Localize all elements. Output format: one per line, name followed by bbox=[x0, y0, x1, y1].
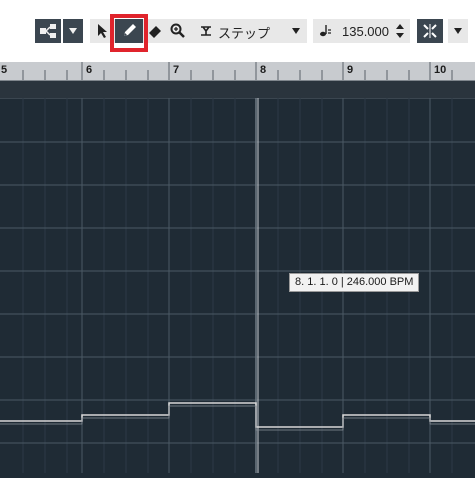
erase-tool-button[interactable] bbox=[146, 19, 164, 43]
tool-mode-dropdown[interactable] bbox=[63, 19, 83, 43]
chevron-down-icon bbox=[454, 28, 462, 34]
bar-number: 5 bbox=[1, 64, 8, 76]
ruler-ticks bbox=[22, 62, 453, 80]
bar-number: 8 bbox=[260, 64, 267, 76]
snap-icon bbox=[201, 26, 211, 36]
draw-tool-highlight bbox=[110, 14, 148, 52]
tempo-stepper-icon[interactable] bbox=[395, 23, 405, 39]
bar-number: 6 bbox=[86, 64, 93, 76]
tool-mode-button[interactable] bbox=[35, 19, 61, 43]
tempo-tooltip: 8. 1. 1. 0 | 246.000 BPM bbox=[289, 273, 420, 292]
zoom-tool-button[interactable] bbox=[168, 19, 188, 43]
eraser-icon bbox=[149, 26, 161, 38]
arrange-tool-icon bbox=[40, 24, 56, 38]
tempo-curve bbox=[0, 402, 475, 428]
select-arrow-icon bbox=[98, 24, 107, 38]
zoom-icon bbox=[170, 23, 185, 38]
snap-toggle-button[interactable] bbox=[417, 19, 443, 43]
chevron-down-icon bbox=[292, 28, 300, 34]
snap-toggle-dropdown[interactable] bbox=[448, 19, 468, 43]
tempo-grid[interactable]: 8. 1. 1. 0 | 246.000 BPM bbox=[0, 98, 475, 473]
tempo-value: 135.000 bbox=[342, 24, 389, 39]
select-tool-button[interactable] bbox=[94, 19, 110, 43]
toolbar: ステップ 135.000 bbox=[0, 0, 475, 62]
bar-ruler[interactable]: 5 6 7 8 9 10 bbox=[0, 62, 475, 81]
ruler-strip bbox=[0, 81, 475, 99]
snap-toggle-icon bbox=[423, 24, 437, 38]
bar-number: 10 bbox=[434, 64, 447, 76]
chevron-down-icon bbox=[69, 28, 77, 34]
bar-number: 7 bbox=[173, 64, 180, 76]
bar-number: 9 bbox=[347, 64, 354, 76]
quarter-note-icon bbox=[320, 25, 331, 37]
snap-mode-label: ステップ bbox=[218, 26, 271, 41]
